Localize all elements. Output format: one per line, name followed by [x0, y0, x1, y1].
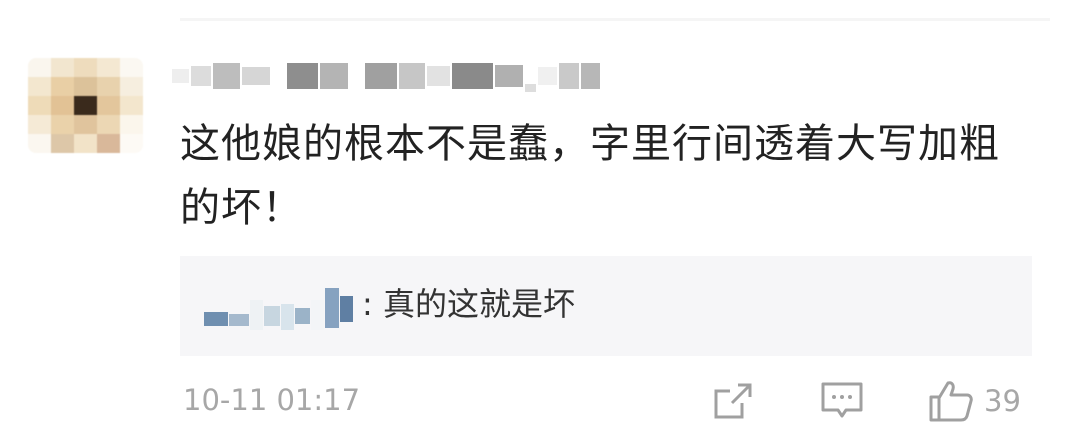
comment-text: 这他娘的根本不是蠢，字里行间透着大写加粗的坏！: [180, 121, 1000, 231]
share-icon: [714, 383, 752, 419]
timestamp: 10-11 01:17: [183, 383, 361, 417]
thumbs-up-icon: [929, 381, 973, 422]
like-button[interactable]: 39: [928, 378, 1021, 424]
username[interactable]: [172, 60, 602, 92]
reply-text: : 真的这就是坏: [362, 285, 575, 323]
share-button[interactable]: [712, 378, 754, 424]
divider: [180, 18, 1050, 21]
avatar[interactable]: [28, 58, 143, 153]
reply-button[interactable]: [820, 378, 864, 424]
reply-author[interactable]: [204, 282, 354, 330]
reply-preview[interactable]: : 真的这就是坏: [180, 256, 1032, 356]
comment-icon: [821, 382, 863, 418]
like-count: 39: [984, 384, 1021, 418]
